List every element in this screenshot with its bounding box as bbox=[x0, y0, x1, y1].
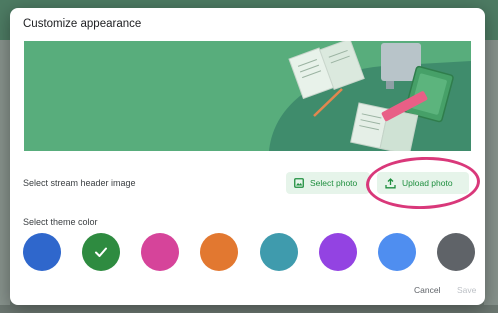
background-right-edge bbox=[484, 40, 498, 313]
background-sidebar bbox=[0, 40, 10, 313]
theme-color-orange[interactable] bbox=[200, 233, 239, 271]
image-icon bbox=[294, 178, 304, 188]
select-photo-button[interactable]: Select photo bbox=[286, 172, 370, 194]
theme-color-purple[interactable] bbox=[318, 233, 357, 271]
theme-color-pink[interactable] bbox=[141, 233, 180, 271]
theme-color-light-blue[interactable] bbox=[377, 233, 416, 271]
checkmark-icon bbox=[95, 247, 108, 257]
dialog-title: Customize appearance bbox=[23, 18, 142, 30]
theme-color-green[interactable] bbox=[82, 233, 121, 271]
theme-color-teal[interactable] bbox=[259, 233, 298, 271]
cancel-button[interactable]: Cancel bbox=[414, 285, 440, 295]
theme-color-gray[interactable] bbox=[436, 233, 475, 271]
background-bottom bbox=[0, 305, 498, 313]
header-image-label: Select stream header image bbox=[23, 178, 136, 188]
save-button[interactable]: Save bbox=[457, 285, 476, 295]
theme-color-blue[interactable] bbox=[23, 233, 61, 271]
annotation-highlight-circle bbox=[365, 155, 481, 211]
header-image-preview bbox=[24, 41, 471, 151]
customize-appearance-dialog: Customize appearance Select stream heade… bbox=[10, 8, 485, 305]
select-photo-label: Select photo bbox=[310, 178, 358, 188]
theme-color-label: Select theme color bbox=[23, 217, 98, 227]
theme-color-swatches bbox=[23, 233, 475, 271]
